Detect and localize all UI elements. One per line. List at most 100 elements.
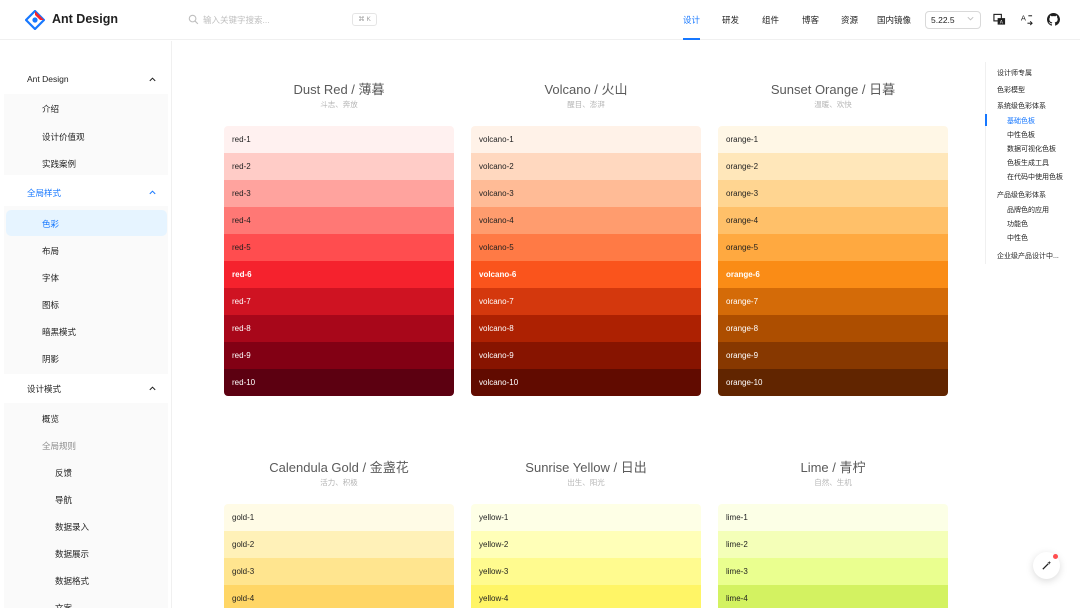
color-swatch[interactable]: lime-2: [718, 531, 948, 558]
color-swatch[interactable]: orange-10: [718, 369, 948, 396]
nav-blog[interactable]: 博客: [802, 0, 819, 40]
anchor-dataviz-palette[interactable]: 数据可视化色板: [1007, 144, 1056, 154]
palette-sunset-orange: orange-1 orange-2 orange-3 orange-4 orange-5…: [718, 126, 948, 396]
sidebar-group-design-patterns[interactable]: 设计模式: [27, 383, 61, 395]
color-swatch[interactable]: yellow-4: [471, 585, 701, 608]
palette-lime: lime-1 lime-2 lime-3 lime-4: [718, 504, 948, 608]
sidebar-item-introduction[interactable]: 介绍: [42, 103, 59, 115]
color-swatch[interactable]: volcano-3: [471, 180, 701, 207]
color-swatch[interactable]: red-2: [224, 153, 454, 180]
sidebar-item-copywriting[interactable]: 文案: [55, 602, 72, 608]
sidebar-item-cases[interactable]: 实践案例: [42, 158, 76, 170]
anchor-designer-exclusive[interactable]: 设计师专属: [997, 68, 1032, 78]
color-swatch[interactable]: orange-4: [718, 207, 948, 234]
color-swatch[interactable]: volcano-9: [471, 342, 701, 369]
anchor-product-color[interactable]: 产品级色彩体系: [997, 190, 1046, 200]
search-input[interactable]: [203, 10, 353, 30]
color-swatch[interactable]: volcano-8: [471, 315, 701, 342]
color-swatch[interactable]: volcano-5: [471, 234, 701, 261]
color-swatch[interactable]: orange-9: [718, 342, 948, 369]
color-swatch[interactable]: red-10: [224, 369, 454, 396]
nav-development[interactable]: 研发: [722, 0, 739, 40]
sidebar-item-data-entry[interactable]: 数据录入: [55, 521, 89, 533]
color-swatch[interactable]: volcano-10: [471, 369, 701, 396]
language-switch-icon[interactable]: A: [993, 13, 1006, 26]
color-swatch[interactable]: volcano-7: [471, 288, 701, 315]
color-swatch[interactable]: orange-1: [718, 126, 948, 153]
sidebar-submenu-bg: [4, 94, 168, 175]
nav-china-mirror[interactable]: 国内镜像: [877, 0, 911, 40]
color-swatch[interactable]: orange-3: [718, 180, 948, 207]
sidebar-item-layout[interactable]: 布局: [42, 245, 59, 257]
sidebar-item-dark-mode[interactable]: 暗黑模式: [42, 326, 76, 338]
anchor-enterprise-design[interactable]: 企业级产品设计中...: [997, 251, 1059, 261]
color-swatch[interactable]: lime-1: [718, 504, 948, 531]
color-swatch[interactable]: red-9: [224, 342, 454, 369]
brand-name[interactable]: Ant Design: [52, 12, 118, 26]
chevron-up-icon[interactable]: [148, 384, 157, 393]
sidebar-item-data-format[interactable]: 数据格式: [55, 575, 89, 587]
sidebar-item-icon[interactable]: 图标: [42, 299, 59, 311]
sidebar-group-global-styles[interactable]: 全局样式: [27, 187, 61, 199]
chevron-up-icon[interactable]: [148, 188, 157, 197]
sidebar-item-data-display[interactable]: 数据展示: [55, 548, 89, 560]
version-select[interactable]: 5.22.5: [925, 11, 981, 29]
color-swatch[interactable]: red-7: [224, 288, 454, 315]
chevron-up-icon[interactable]: [148, 75, 157, 84]
anchor-palette-generator[interactable]: 色板生成工具: [1007, 158, 1049, 168]
anchor-brand-color[interactable]: 品牌色的应用: [1007, 205, 1049, 215]
color-swatch[interactable]: yellow-2: [471, 531, 701, 558]
color-swatch[interactable]: yellow-3: [471, 558, 701, 585]
sidebar-item-shadow[interactable]: 阴影: [42, 353, 59, 365]
color-swatch[interactable]: gold-3: [224, 558, 454, 585]
nav-resources[interactable]: 资源: [841, 0, 858, 40]
color-swatch[interactable]: volcano-2: [471, 153, 701, 180]
sidebar-item-color[interactable]: 色彩: [42, 218, 59, 230]
color-swatch[interactable]: orange-8: [718, 315, 948, 342]
color-swatch[interactable]: orange-2: [718, 153, 948, 180]
anchor-color-model[interactable]: 色彩模型: [997, 85, 1025, 95]
direction-switch-icon[interactable]: A: [1020, 13, 1033, 26]
color-swatch[interactable]: orange-6: [718, 261, 948, 288]
anchor-system-color[interactable]: 系统级色彩体系: [997, 101, 1046, 111]
sidebar-group-ant-design[interactable]: Ant Design: [27, 74, 69, 84]
color-swatch[interactable]: gold-1: [224, 504, 454, 531]
theme-editor-fab[interactable]: [1033, 552, 1060, 579]
color-swatch[interactable]: red-8: [224, 315, 454, 342]
palette-title: Sunrise Yellow / 日出: [525, 460, 647, 475]
color-swatch[interactable]: gold-4: [224, 585, 454, 608]
ant-design-logo-icon[interactable]: [25, 10, 45, 30]
color-swatch[interactable]: volcano-1: [471, 126, 701, 153]
color-swatch[interactable]: red-1: [224, 126, 454, 153]
palette-dust-red: red-1 red-2 red-3 red-4 red-5 red-6 red-7 red-8…: [224, 126, 454, 396]
anchor-neutral-palette[interactable]: 中性色板: [1007, 130, 1035, 140]
color-swatch[interactable]: yellow-1: [471, 504, 701, 531]
search-icon: [188, 14, 199, 25]
color-swatch[interactable]: orange-5: [718, 234, 948, 261]
anchor-functional-color[interactable]: 功能色: [1007, 219, 1028, 229]
color-swatch[interactable]: volcano-6: [471, 261, 701, 288]
anchor-base-palette[interactable]: 基础色板: [1007, 116, 1035, 126]
search-box[interactable]: ⌘ K: [188, 10, 388, 30]
nav-design[interactable]: 设计: [683, 0, 701, 40]
color-swatch[interactable]: lime-4: [718, 585, 948, 608]
nav-components[interactable]: 组件: [762, 0, 779, 40]
color-swatch[interactable]: red-6: [224, 261, 454, 288]
color-swatch[interactable]: lime-3: [718, 558, 948, 585]
color-swatch[interactable]: gold-2: [224, 531, 454, 558]
color-swatch[interactable]: red-4: [224, 207, 454, 234]
sidebar-item-overview[interactable]: 概览: [42, 413, 59, 425]
sidebar-item-feedback[interactable]: 反馈: [55, 467, 72, 479]
anchor-palette-in-code[interactable]: 在代码中使用色板: [1007, 172, 1063, 182]
version-value: 5.22.5: [931, 15, 955, 25]
palette-title: Dust Red / 薄暮: [293, 82, 385, 97]
color-swatch[interactable]: orange-7: [718, 288, 948, 315]
color-swatch[interactable]: red-3: [224, 180, 454, 207]
color-swatch[interactable]: red-5: [224, 234, 454, 261]
github-icon[interactable]: [1047, 13, 1060, 26]
anchor-neutral-color[interactable]: 中性色: [1007, 233, 1028, 243]
sidebar-item-navigation[interactable]: 导航: [55, 494, 72, 506]
sidebar-item-design-values[interactable]: 设计价值观: [42, 131, 85, 143]
color-swatch[interactable]: volcano-4: [471, 207, 701, 234]
sidebar-item-font[interactable]: 字体: [42, 272, 59, 284]
